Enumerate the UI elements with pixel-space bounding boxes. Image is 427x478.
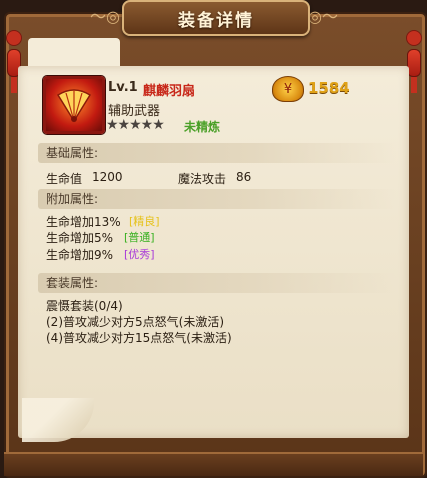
item-price: 1584 [308, 79, 350, 97]
item-name: 麒麟羽扇 [143, 84, 196, 99]
title-ornament-left: 〜◎ [90, 7, 120, 26]
bottom-bar [4, 452, 423, 476]
matk-label: 魔法攻击 [178, 172, 227, 186]
window-title: 装备详情 [122, 0, 310, 36]
star-rating: ★★★★★ [106, 117, 165, 133]
extra-attr-quality: [优秀] [124, 248, 155, 261]
extra-attr-quality: [普通] [124, 231, 155, 244]
feather-fan-icon [43, 76, 105, 134]
title-ornament-right: ◎〜 [308, 7, 338, 26]
extra-attr-quality: [精良] [129, 215, 160, 228]
set-effect: (2)普攻减少对方5点怒气(未激活) [46, 315, 224, 329]
section-set-header: 套装属性: [38, 273, 396, 293]
item-level: Lv.1 [108, 80, 138, 95]
set-name: 震慑套装(0/4) [46, 299, 123, 313]
set-effect: (4)普攻减少对方15点怒气(未激活) [46, 331, 232, 345]
section-extra-header: 附加属性: [38, 189, 396, 209]
gold-ingot-icon: ¥ [272, 76, 304, 102]
matk-value: 86 [236, 170, 252, 184]
hp-value: 1200 [92, 170, 123, 184]
extra-attr-text: 生命增加5% [46, 231, 114, 245]
extra-attr-text: 生命增加9% [46, 248, 114, 262]
refine-status: 未精炼 [184, 120, 221, 134]
hp-label: 生命值 [46, 172, 83, 186]
section-basic-header: 基础属性: [38, 143, 396, 163]
extra-attr-text: 生命增加13% [46, 215, 121, 229]
